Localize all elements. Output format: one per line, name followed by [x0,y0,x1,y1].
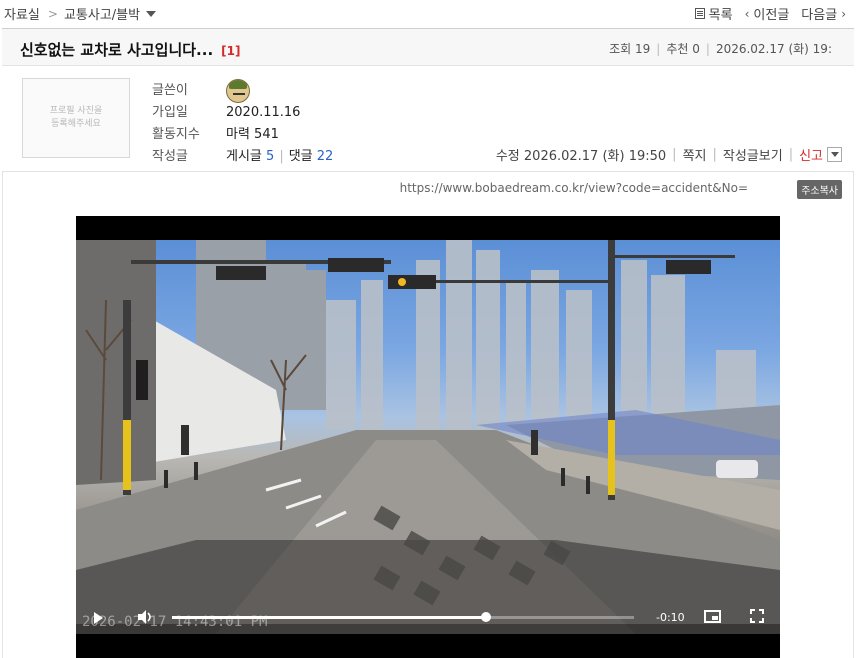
label-activity: 활동지수 [152,127,200,142]
post-stats: 게시글 5 | 댓글 22 [226,149,334,164]
post-date: 2026.02.17 (화) 19: [715,42,832,56]
posts-count[interactable]: 5 [266,149,274,164]
edited-date: 수정 2026.02.17 (화) 19:50 [495,149,667,164]
message-button[interactable]: 쪽지 [683,145,707,164]
picture-in-picture-icon[interactable] [704,610,721,623]
list-label: 목록 [708,8,733,23]
profile-photo-placeholder: 프로필 사진을 등록해주세요 [22,78,130,158]
breadcrumb-board[interactable]: 교통사고/블박 [64,4,140,23]
chevron-down-icon[interactable] [146,10,157,17]
fullscreen-icon[interactable] [750,609,764,623]
breadcrumb-root[interactable]: 자료실 [4,4,40,23]
post-url: https://www.bobaedream.co.kr/view?code=a… [399,181,748,195]
comments-label: 댓글 [288,149,313,164]
progress-fill [172,616,487,619]
profile-placeholder-line1: 프로필 사진을 [49,106,103,116]
author-info: 프로필 사진을 등록해주세요 글쓴이 가입일 활동지수 작성글 2020.11.… [2,66,854,172]
post-title-bar: 신호없는 교차로 사고입니다... [1] 조회 19 | 추천 0 | 202… [2,28,854,66]
joined-date: 2020.11.16 [226,105,301,120]
posts-label: 게시글 [226,149,262,164]
label-posts: 작성글 [152,149,188,164]
copy-url-button[interactable]: 주소복사 [797,180,842,199]
label-joined: 가입일 [152,105,188,120]
time-remaining: -0:10 [656,611,685,624]
post-title-text: 신호없는 교차로 사고입니다... [20,41,214,59]
author-values: 2020.11.16 마력 541 게시글 5 | 댓글 22 [226,79,334,168]
recommend-count: 0 [692,41,700,56]
video-progress-bar[interactable] [172,612,634,622]
prev-label: 이전글 [753,8,790,23]
views-count: 19 [635,41,651,56]
next-post-button[interactable]: 다음글 › [801,4,846,24]
top-navigation: 자료실 > 교통사고/블박 목록 ‹ 이전글 다음글 › [0,0,856,26]
comment-count[interactable]: [1] [221,44,240,58]
prev-post-button[interactable]: ‹ 이전글 [744,4,790,24]
chevron-left-icon: ‹ [744,6,750,21]
url-line: https://www.bobaedream.co.kr/view?code=a… [2,178,854,199]
post-meta: 조회 19 | 추천 0 | 2026.02.17 (화) 19: [609,41,832,57]
report-button[interactable]: 신고 [799,145,823,164]
activity-score: 마력 541 [226,127,279,142]
recommend-label: 추천 [666,42,689,56]
more-dropdown[interactable] [827,147,842,162]
chevron-down-icon [830,152,839,157]
breadcrumb-separator: > [47,6,58,21]
label-writer: 글쓴이 [152,83,188,98]
volume-icon[interactable] [136,608,154,626]
dashcam-scene [76,240,780,634]
chevron-right-icon: › [841,6,846,21]
views-label: 조회 [609,42,632,56]
dashcam-video-frame[interactable] [76,240,780,634]
breadcrumb: 자료실 > 교통사고/블박 [4,4,157,23]
list-icon [694,8,705,19]
post-navigation: 목록 ‹ 이전글 다음글 › [683,4,846,23]
video-player[interactable]: 2026-02-17 14:43:01 PM -0:10 [76,216,780,658]
next-label: 다음글 [801,8,838,23]
author-labels: 글쓴이 가입일 활동지수 작성글 [152,80,200,168]
list-button[interactable]: 목록 [694,4,733,23]
post-actions: 수정 2026.02.17 (화) 19:50 | 쪽지 | 작성글보기 | 신… [496,145,842,164]
avatar[interactable] [226,79,250,103]
play-icon[interactable] [94,612,103,624]
comments-count[interactable]: 22 [317,149,334,164]
view-posts-button[interactable]: 작성글보기 [723,145,783,164]
post-title: 신호없는 교차로 사고입니다... [1] [20,39,240,60]
profile-placeholder-line2: 등록해주세요 [51,119,101,129]
